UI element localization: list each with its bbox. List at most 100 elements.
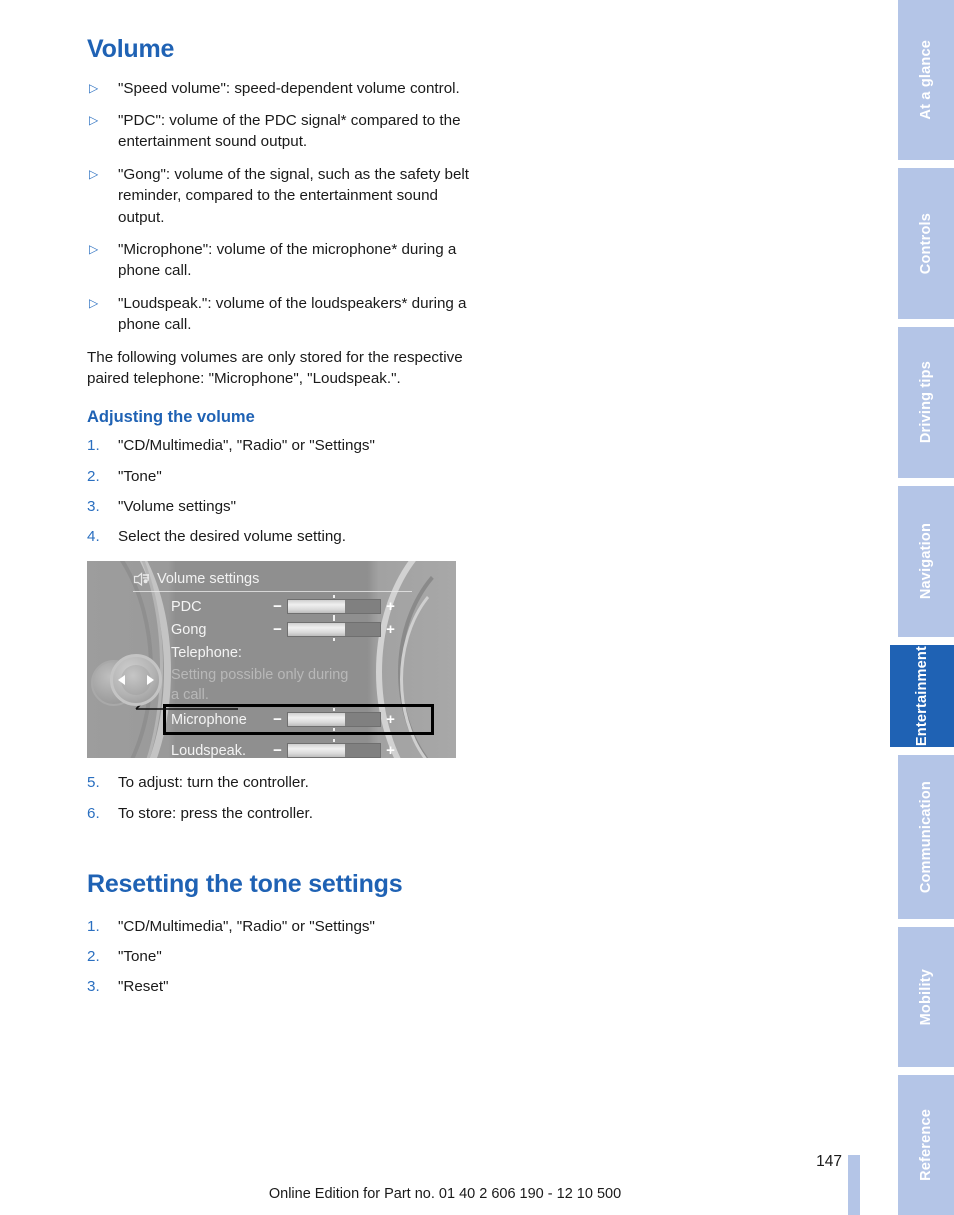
row-label: Loudspeak. — [171, 742, 246, 759]
list-item-text: "Microphone": volume of the microphone* … — [118, 241, 457, 280]
step-text: "Reset" — [118, 978, 169, 996]
step-number: 4. — [87, 528, 100, 546]
header-divider — [133, 591, 412, 593]
list-item: 2. "Tone" — [87, 946, 482, 967]
volume-option-list: ▷ "Speed volume": speed-dependent volume… — [87, 78, 482, 336]
tab-reference[interactable]: Reference — [898, 1075, 954, 1215]
tab-label: Entertainment — [914, 645, 930, 747]
plus-icon[interactable]: + — [384, 711, 397, 728]
settings-row-group: PDC − + Gong − + Telephone: Setting poss… — [163, 595, 434, 759]
resetting-tone-settings-heading: Resetting the tone settings — [87, 870, 403, 899]
telephone-note-line-1: Setting possible only during — [171, 664, 422, 685]
tab-label: Driving tips — [918, 361, 934, 444]
triangle-bullet-icon: ▷ — [89, 80, 99, 95]
footer-edition-text: Online Edition for Part no. 01 40 2 606 … — [268, 1186, 622, 1202]
page-title: Volume — [87, 35, 175, 63]
step-number: 3. — [87, 978, 100, 996]
tab-label: Mobility — [918, 968, 934, 1026]
settings-row-gong[interactable]: Gong − + — [171, 618, 422, 642]
step-text: To adjust: turn the controller. — [118, 774, 309, 792]
list-item: ▷ "Microphone": volume of the microphone… — [87, 239, 482, 282]
list-item: 4. Select the desired volume setting. — [87, 526, 482, 547]
adjusting-steps-list-continued: 5. To adjust: turn the controller. 6. To… — [87, 772, 482, 824]
resetting-steps-list: 1. "CD/Multimedia", "Radio" or "Settings… — [87, 916, 482, 998]
step-number: 5. — [87, 774, 100, 792]
list-item-text: "Loudspeak.": volume of the loudspeakers… — [118, 294, 467, 334]
volume-slider[interactable] — [287, 618, 381, 642]
triangle-bullet-icon: ▷ — [89, 166, 99, 181]
tab-label: At a glance — [918, 40, 934, 120]
step-number: 1. — [87, 437, 100, 455]
volume-settings-display-figure: Volume settings PDC − + Gong − + Telepho… — [87, 561, 456, 759]
page-number: 147 — [816, 1153, 842, 1170]
row-label: PDC — [171, 598, 202, 615]
plus-icon[interactable]: + — [384, 598, 397, 615]
stored-volumes-paragraph: The following volumes are only stored fo… — [87, 348, 463, 388]
tab-label: Navigation — [918, 523, 934, 600]
tab-label: Controls — [918, 212, 934, 275]
list-item: 5. To adjust: turn the controller. — [87, 772, 482, 793]
content-column: Volume ▷ "Speed volume": speed-dependent… — [87, 35, 482, 1006]
step-text: "CD/Multimedia", "Radio" or "Settings" — [118, 437, 375, 455]
tab-navigation[interactable]: Navigation — [898, 486, 954, 637]
tab-driving-tips[interactable]: Driving tips — [898, 327, 954, 478]
step-number: 3. — [87, 497, 100, 515]
tab-mobility[interactable]: Mobility — [898, 927, 954, 1067]
tab-communication[interactable]: Communication — [898, 755, 954, 919]
list-item-text: "Speed volume": speed-dependent volume c… — [118, 79, 460, 97]
tab-label: Communication — [918, 780, 934, 894]
list-item: 6. To store: press the controller. — [87, 803, 482, 824]
settings-row-pdc[interactable]: PDC − + — [171, 595, 422, 619]
minus-icon[interactable]: − — [271, 711, 284, 728]
display-header: Volume settings — [133, 568, 416, 593]
slider-fill — [288, 744, 346, 758]
triangle-bullet-icon: ▷ — [89, 295, 99, 310]
slider-tick-icon — [333, 708, 335, 712]
slider-tick-icon — [333, 739, 335, 743]
minus-icon[interactable]: − — [271, 621, 284, 638]
tone-speaker-icon — [133, 572, 150, 587]
step-text: "CD/Multimedia", "Radio" or "Settings" — [118, 917, 375, 935]
plus-icon[interactable]: + — [384, 621, 397, 638]
controller-knob-icon — [91, 650, 167, 712]
slider-fill — [288, 713, 346, 727]
telephone-note-line-2: a call. — [171, 685, 422, 704]
display-title: Volume settings — [157, 571, 260, 588]
settings-row-loudspeaker[interactable]: Loudspeak. − + — [171, 739, 422, 759]
slider-fill — [288, 623, 346, 637]
tab-at-a-glance[interactable]: At a glance — [898, 0, 954, 160]
arrow-left-icon — [118, 675, 125, 686]
step-text: "Volume settings" — [118, 497, 236, 515]
note-text: a call. — [171, 686, 209, 703]
list-item-text: "Gong": volume of the signal, such as th… — [118, 165, 470, 226]
volume-slider[interactable] — [287, 595, 381, 619]
tab-entertainment[interactable]: Entertainment — [890, 645, 954, 747]
slider-tick-icon — [333, 618, 335, 622]
triangle-bullet-icon: ▷ — [89, 242, 99, 257]
list-item: 1. "CD/Multimedia", "Radio" or "Settings… — [87, 916, 482, 937]
step-text: "Tone" — [118, 947, 162, 965]
manual-page: Volume ▷ "Speed volume": speed-dependent… — [0, 0, 890, 1215]
step-number: 6. — [87, 804, 100, 822]
triangle-bullet-icon: ▷ — [89, 112, 99, 127]
list-item: ▷ "Speed volume": speed-dependent volume… — [87, 78, 482, 99]
step-number: 2. — [87, 467, 100, 485]
volume-slider[interactable] — [287, 739, 381, 759]
row-label: Telephone: — [171, 644, 242, 661]
step-text: Select the desired volume setting. — [118, 528, 346, 546]
list-item: 2. "Tone" — [87, 466, 482, 487]
adjusting-steps-list: 1. "CD/Multimedia", "Radio" or "Settings… — [87, 435, 482, 547]
minus-icon[interactable]: − — [271, 742, 284, 758]
row-label: Microphone — [171, 711, 247, 728]
slider-fill — [288, 600, 346, 614]
tab-controls[interactable]: Controls — [898, 168, 954, 319]
step-number: 1. — [87, 917, 100, 935]
step-number: 2. — [87, 947, 100, 965]
list-item: ▷ "PDC": volume of the PDC signal* compa… — [87, 110, 482, 153]
plus-icon[interactable]: + — [384, 742, 397, 758]
volume-slider[interactable] — [287, 708, 381, 732]
minus-icon[interactable]: − — [271, 598, 284, 615]
settings-row-microphone[interactable]: Microphone − + — [163, 704, 434, 736]
adjusting-volume-heading: Adjusting the volume — [87, 407, 255, 426]
list-item: 3. "Reset" — [87, 976, 482, 997]
